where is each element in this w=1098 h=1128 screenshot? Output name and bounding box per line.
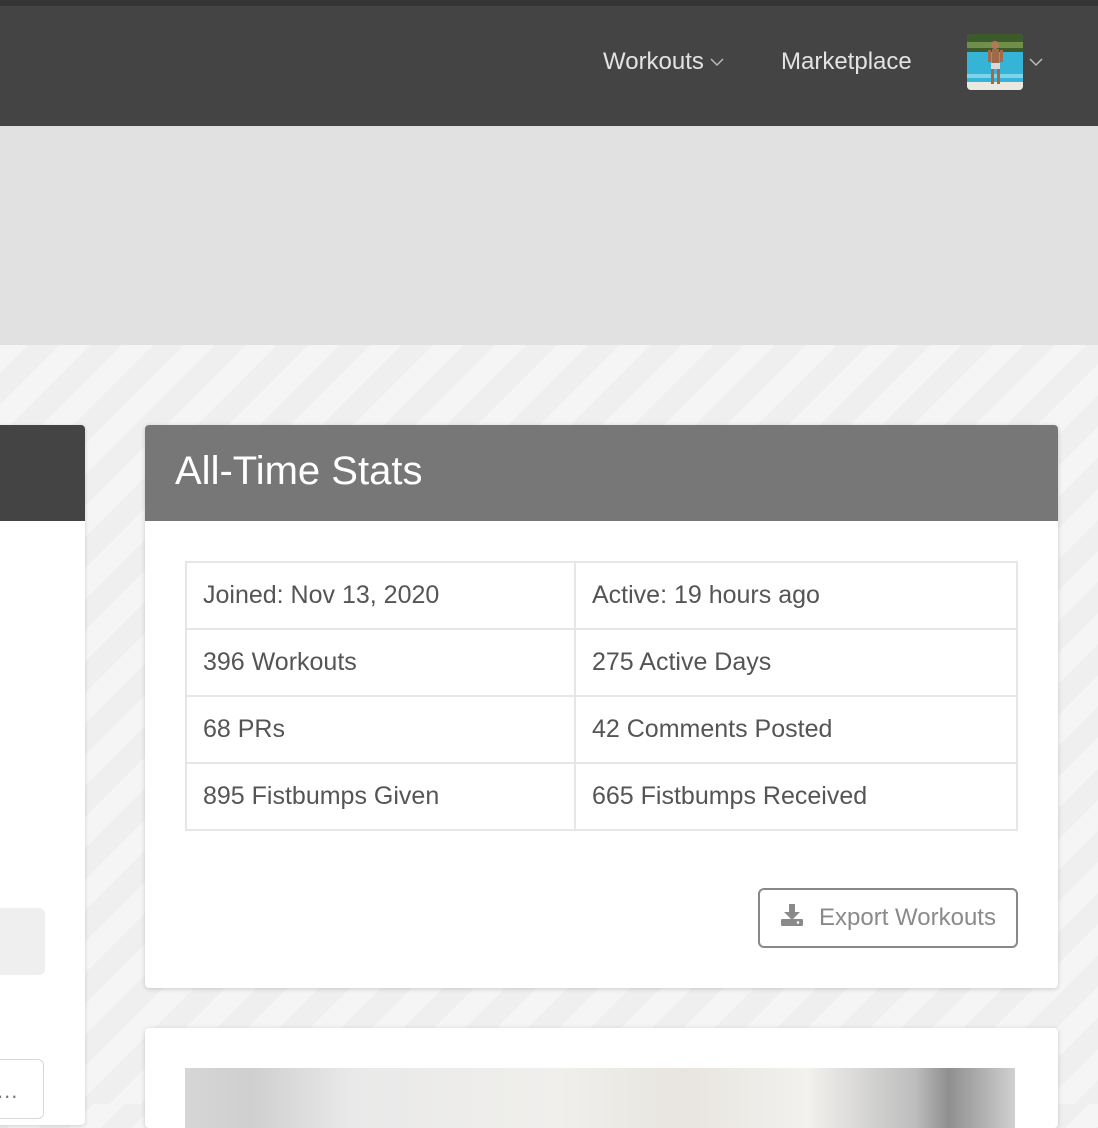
stat-workouts: 396 Workouts	[185, 628, 576, 697]
all-time-stats-card: All-Time Stats Joined: Nov 13, 2020 Acti…	[145, 425, 1058, 988]
stats-table: Joined: Nov 13, 2020 Active: 19 hours ag…	[185, 561, 1018, 831]
stat-active: Active: 19 hours ago	[574, 561, 1018, 630]
nav-marketplace-label: Marketplace	[781, 48, 912, 75]
left-panel-field[interactable]	[0, 908, 45, 975]
chevron-down-icon	[710, 58, 724, 67]
workout-photo-card	[145, 1028, 1058, 1128]
stats-card-header: All-Time Stats	[145, 425, 1058, 521]
stats-card-title: All-Time Stats	[175, 449, 423, 493]
left-panel-input[interactable]: ...	[0, 1059, 44, 1119]
stat-prs: 68 PRs	[185, 695, 576, 764]
nav-workouts-menu[interactable]: Workouts	[603, 48, 724, 76]
user-avatar[interactable]	[967, 34, 1023, 90]
stat-fistbumps-received: 665 Fistbumps Received	[574, 762, 1018, 831]
export-workouts-button[interactable]: Export Workouts	[758, 888, 1018, 948]
table-row: Joined: Nov 13, 2020 Active: 19 hours ag…	[185, 561, 1018, 630]
download-icon	[781, 904, 803, 926]
workout-photo	[185, 1068, 1015, 1128]
profile-banner	[0, 126, 1098, 345]
stat-comments: 42 Comments Posted	[574, 695, 1018, 764]
nav-marketplace-link[interactable]: Marketplace	[781, 48, 912, 76]
left-panel-truncated-text: ...	[0, 1078, 19, 1103]
stat-joined: Joined: Nov 13, 2020	[185, 561, 576, 630]
nav-workouts-label: Workouts	[603, 48, 704, 75]
table-row: 68 PRs 42 Comments Posted	[185, 695, 1018, 764]
avatar-photo	[967, 34, 1023, 90]
avatar-chevron-down-icon[interactable]	[1029, 58, 1043, 67]
stat-fistbumps-given: 895 Fistbumps Given	[185, 762, 576, 831]
top-navbar: Workouts Marketplace	[0, 0, 1098, 126]
left-panel-header	[0, 425, 85, 521]
table-row: 895 Fistbumps Given 665 Fistbumps Receiv…	[185, 762, 1018, 831]
left-profile-panel	[0, 425, 85, 1125]
stat-active-days: 275 Active Days	[574, 628, 1018, 697]
table-row: 396 Workouts 275 Active Days	[185, 628, 1018, 697]
export-workouts-label: Export Workouts	[819, 904, 996, 931]
